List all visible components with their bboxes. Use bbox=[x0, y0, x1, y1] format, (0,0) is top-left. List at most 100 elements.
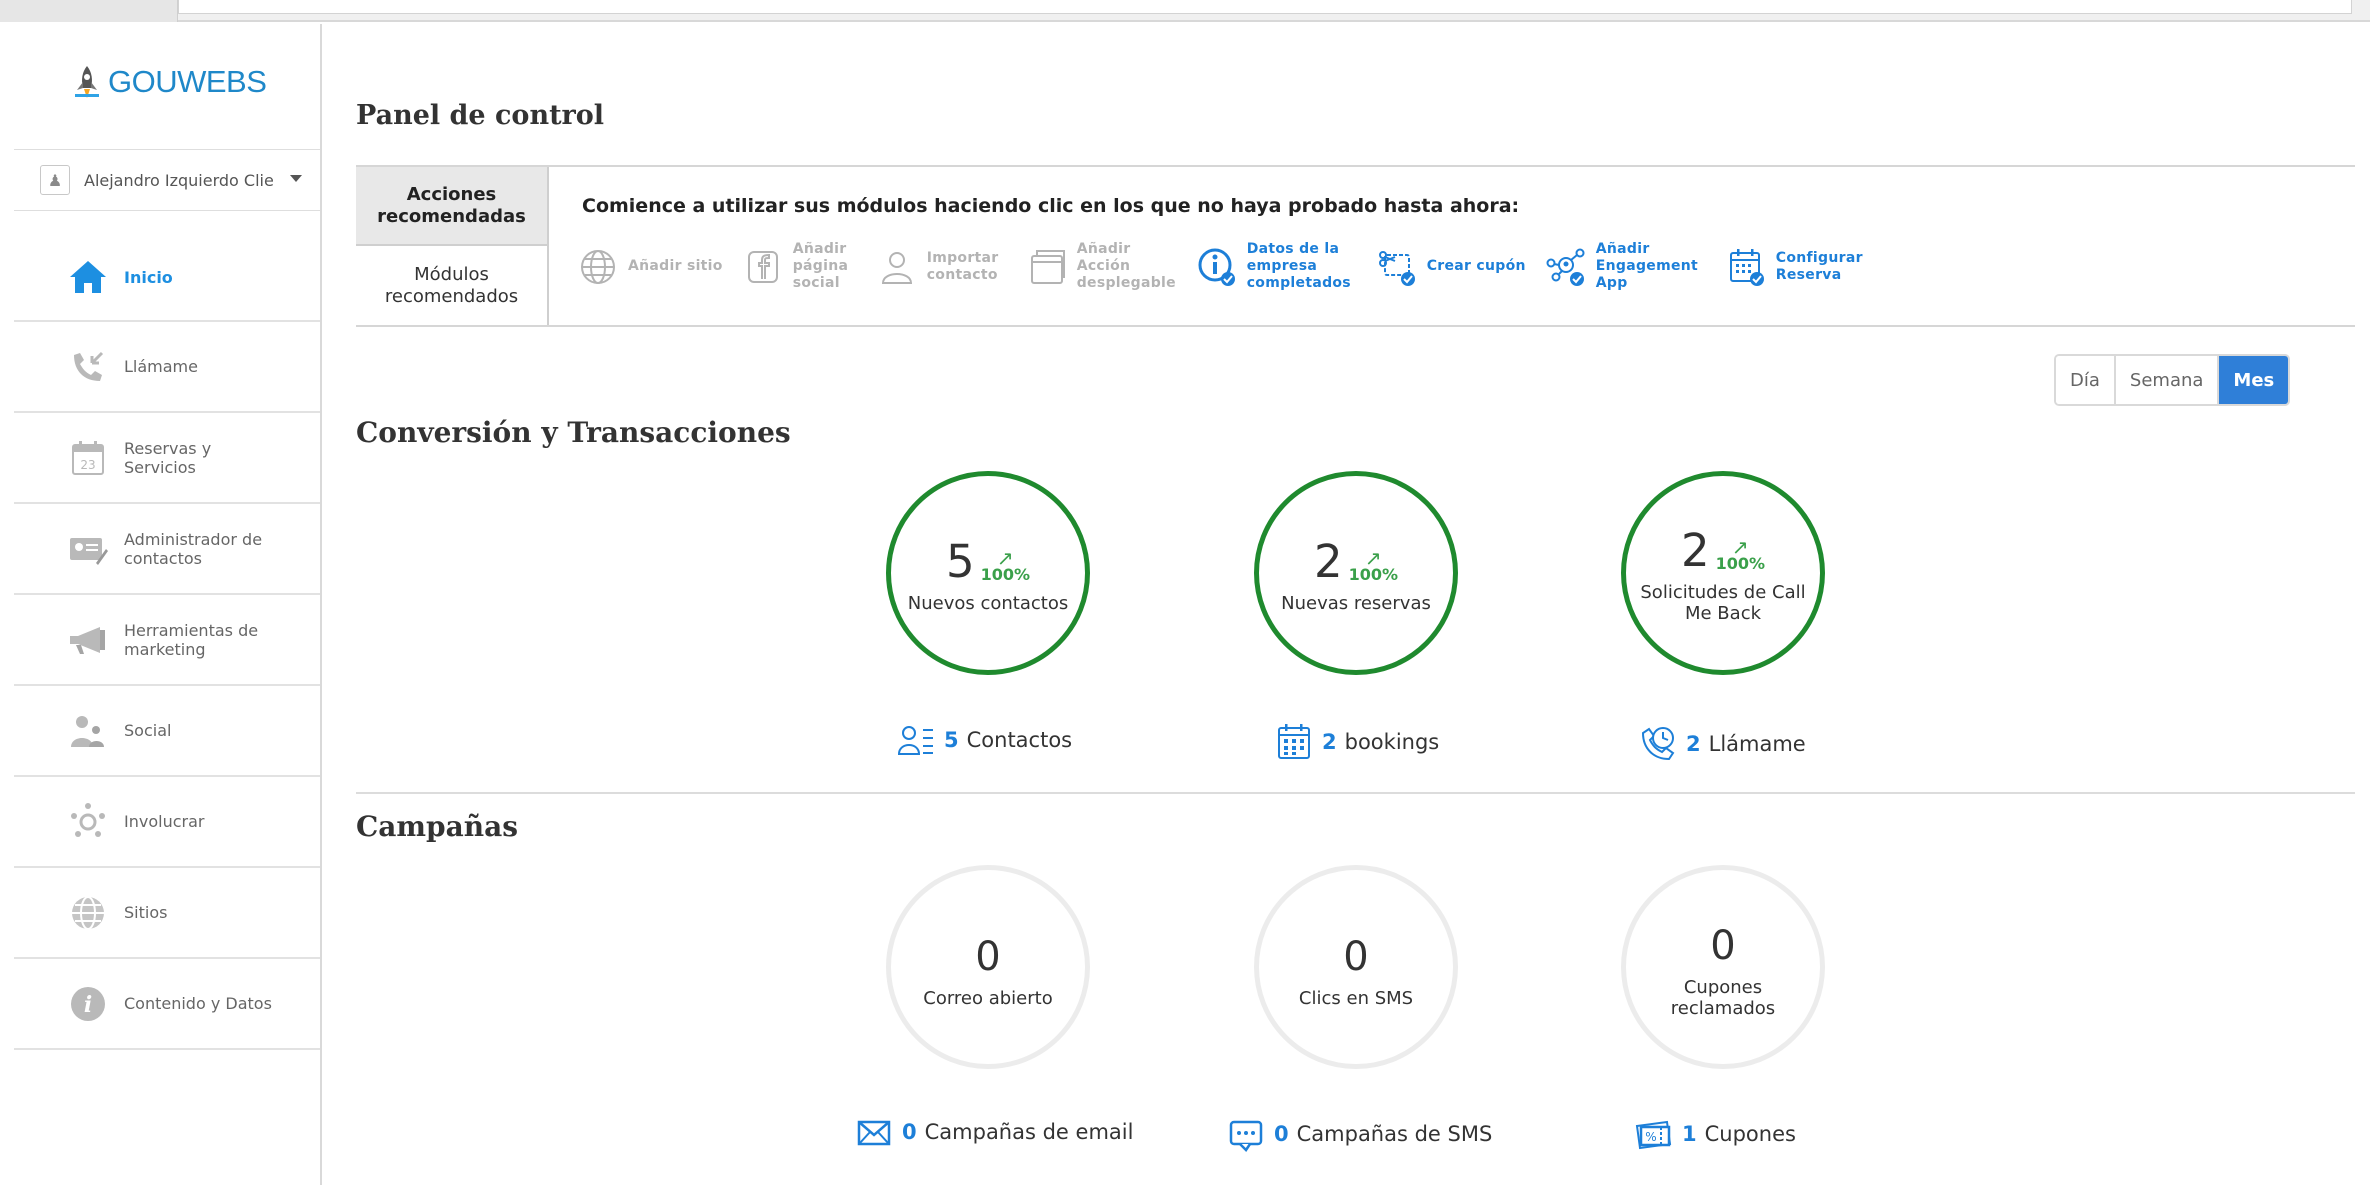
stat-value: 1 bbox=[1682, 1122, 1697, 1146]
sidebar-item-inicio[interactable]: Inicio bbox=[14, 234, 320, 322]
sidebar-item-reservas[interactable]: 23 Reservas y Servicios bbox=[14, 413, 320, 504]
trend-percent: 100% bbox=[1715, 554, 1766, 573]
contacts-list-icon bbox=[896, 720, 936, 760]
tab-acciones-recomendadas[interactable]: Acciones recomendadas bbox=[356, 167, 547, 246]
kpi-ring-call-me-back[interactable]: 2 ↗ 100% Solicitudes de Call Me Back bbox=[1621, 471, 1825, 675]
envelope-icon bbox=[854, 1112, 894, 1152]
user-menu[interactable]: ♟ Alejandro Izquierdo Clie bbox=[14, 149, 320, 211]
engagement-check-icon bbox=[1546, 245, 1586, 289]
kpi-value: 0 bbox=[1710, 923, 1736, 969]
recommended-modules: Añadir sitio Añadir página social Import… bbox=[578, 241, 1896, 292]
module-configurar-reserva[interactable]: Configurar Reserva bbox=[1726, 245, 1876, 289]
info-check-icon bbox=[1197, 245, 1237, 289]
kpi-label: Nuevos contactos bbox=[907, 592, 1069, 614]
module-importar-contacto[interactable]: Importar contacto bbox=[877, 245, 1007, 289]
module-crear-cupon[interactable]: Crear cupón bbox=[1377, 245, 1526, 289]
module-label: Añadir Engagement App bbox=[1595, 241, 1699, 291]
sidebar-item-llamame[interactable]: Llámame bbox=[14, 322, 320, 413]
globe-icon bbox=[66, 891, 110, 935]
section-divider bbox=[356, 792, 2355, 794]
stat-label: Llámame bbox=[1708, 732, 1806, 756]
sidebar-item-sitios[interactable]: Sitios bbox=[14, 868, 320, 959]
stat-cupones[interactable]: % 1 Cupones bbox=[1634, 1114, 1796, 1154]
tab-modulos-recomendados[interactable]: Módulos recomendados bbox=[356, 246, 547, 325]
sidebar-item-contactos[interactable]: Administrador de contactos bbox=[14, 504, 320, 595]
kpi-value: 2 bbox=[1313, 534, 1343, 588]
module-datos-empresa[interactable]: Datos de la empresa completados bbox=[1197, 241, 1357, 292]
module-label: Importar contacto bbox=[926, 249, 999, 283]
svg-text:%: % bbox=[1645, 1130, 1656, 1144]
kpi-label: Solicitudes de Call Me Back bbox=[1640, 582, 1806, 624]
sidebar-item-label: Llámame bbox=[124, 357, 198, 376]
period-toggle: Día Semana Mes bbox=[2054, 354, 2291, 406]
kpi-ring-cupones-reclamados[interactable]: 0 Cupones reclamados bbox=[1621, 865, 1825, 1069]
sidebar-item-social[interactable]: Social bbox=[14, 686, 320, 777]
sidebar-item-label: Sitios bbox=[124, 903, 168, 922]
page-title: Panel de control bbox=[356, 100, 605, 131]
sidebar-item-label: Involucrar bbox=[124, 812, 205, 831]
module-anadir-pagina-social[interactable]: Añadir página social bbox=[743, 241, 857, 292]
module-anadir-sitio[interactable]: Añadir sitio bbox=[578, 245, 723, 289]
engage-network-icon bbox=[66, 800, 110, 844]
trend-indicator: ↗ 100% bbox=[980, 548, 1031, 587]
kpi-ring-nuevos-contactos[interactable]: 5 ↗ 100% Nuevos contactos bbox=[886, 471, 1090, 675]
svg-text:23: 23 bbox=[80, 458, 95, 472]
kpi-ring-correo-abierto[interactable]: 0 Correo abierto bbox=[886, 865, 1090, 1069]
stat-value: 0 bbox=[1274, 1122, 1289, 1146]
kpi-value: 2 bbox=[1680, 524, 1710, 577]
period-month-button[interactable]: Mes bbox=[2219, 356, 2289, 404]
sidebar-item-label: Administrador de contactos bbox=[124, 529, 263, 568]
browser-tab[interactable] bbox=[0, 0, 178, 22]
chevron-down-icon[interactable] bbox=[290, 175, 302, 182]
stat-value: 2 bbox=[1322, 730, 1337, 754]
kpi-value: 0 bbox=[975, 933, 1001, 980]
module-label: Configurar Reserva bbox=[1775, 249, 1863, 283]
sms-bubble-icon bbox=[1226, 1114, 1266, 1154]
recommendations-panel: Acciones recomendadas Módulos recomendad… bbox=[356, 165, 2355, 327]
period-day-button[interactable]: Día bbox=[2056, 356, 2116, 404]
module-label: Datos de la empresa completados bbox=[1246, 241, 1351, 291]
recommendations-tabs: Acciones recomendadas Módulos recomendad… bbox=[356, 167, 549, 325]
kpi-ring-nuevas-reservas[interactable]: 2 ↗ 100% Nuevas reservas bbox=[1254, 471, 1458, 675]
sidebar-item-involucrar[interactable]: Involucrar bbox=[14, 777, 320, 868]
kpi-value: 5 bbox=[945, 534, 975, 588]
calendar-grid-icon bbox=[1274, 722, 1314, 762]
stat-value: 5 bbox=[944, 728, 959, 752]
stat-campanas-email[interactable]: 0 Campañas de email bbox=[854, 1112, 1133, 1152]
coupon-check-icon bbox=[1377, 245, 1417, 289]
browser-address-bar[interactable] bbox=[178, 0, 2352, 14]
kpi-value: 0 bbox=[1343, 933, 1369, 980]
stat-contactos[interactable]: 5 Contactos bbox=[896, 720, 1072, 760]
stat-bookings[interactable]: 2 bookings bbox=[1274, 722, 1439, 762]
kpi-value-row: 2 ↗ 100% bbox=[1313, 534, 1398, 588]
module-engagement-app[interactable]: Añadir Engagement App bbox=[1546, 241, 1706, 292]
stat-campanas-sms[interactable]: 0 Campañas de SMS bbox=[1226, 1114, 1492, 1154]
sidebar-item-contenido[interactable]: i Contenido y Datos bbox=[14, 959, 320, 1050]
calendar-icon: 23 bbox=[66, 436, 110, 480]
phone-clock-icon bbox=[1638, 724, 1678, 764]
trend-indicator: ↗ 100% bbox=[1349, 548, 1398, 587]
kpi-value-row: 2 ↗ 100% bbox=[1681, 526, 1765, 576]
svg-text:i: i bbox=[84, 992, 92, 1018]
rocket-logo-icon bbox=[72, 64, 102, 100]
period-week-button[interactable]: Semana bbox=[2115, 356, 2220, 404]
sidebar: GOUWEBS ♟ Alejandro Izquierdo Clie Inici… bbox=[0, 24, 322, 1185]
stat-label: Contactos bbox=[966, 728, 1073, 752]
trend-percent: 100% bbox=[980, 564, 1031, 584]
globe-icon bbox=[578, 245, 618, 289]
facebook-icon bbox=[743, 245, 783, 289]
user-avatar-icon: ♟ bbox=[40, 165, 70, 195]
stat-llamame[interactable]: 2 Llámame bbox=[1638, 724, 1806, 764]
kpi-label: Nuevas reservas bbox=[1281, 592, 1431, 614]
module-label: Crear cupón bbox=[1426, 258, 1526, 274]
module-anadir-accion-desplegable[interactable]: Añadir Acción desplegable bbox=[1027, 241, 1177, 292]
kpi-ring-clics-sms[interactable]: 0 Clics en SMS bbox=[1254, 865, 1458, 1069]
browser-top-strip bbox=[0, 0, 2370, 22]
info-icon: i bbox=[66, 982, 110, 1026]
recommendations-headline: Comience a utilizar sus módulos haciendo… bbox=[582, 195, 1520, 217]
sidebar-item-marketing[interactable]: Herramientas de marketing bbox=[14, 595, 320, 686]
sidebar-nav: Inicio Llámame 23 Reservas y Servicios A… bbox=[14, 234, 320, 1050]
trend-indicator: ↗ 100% bbox=[1715, 537, 1766, 576]
contact-card-icon bbox=[66, 527, 110, 571]
brand-logo[interactable]: GOUWEBS bbox=[72, 58, 267, 106]
